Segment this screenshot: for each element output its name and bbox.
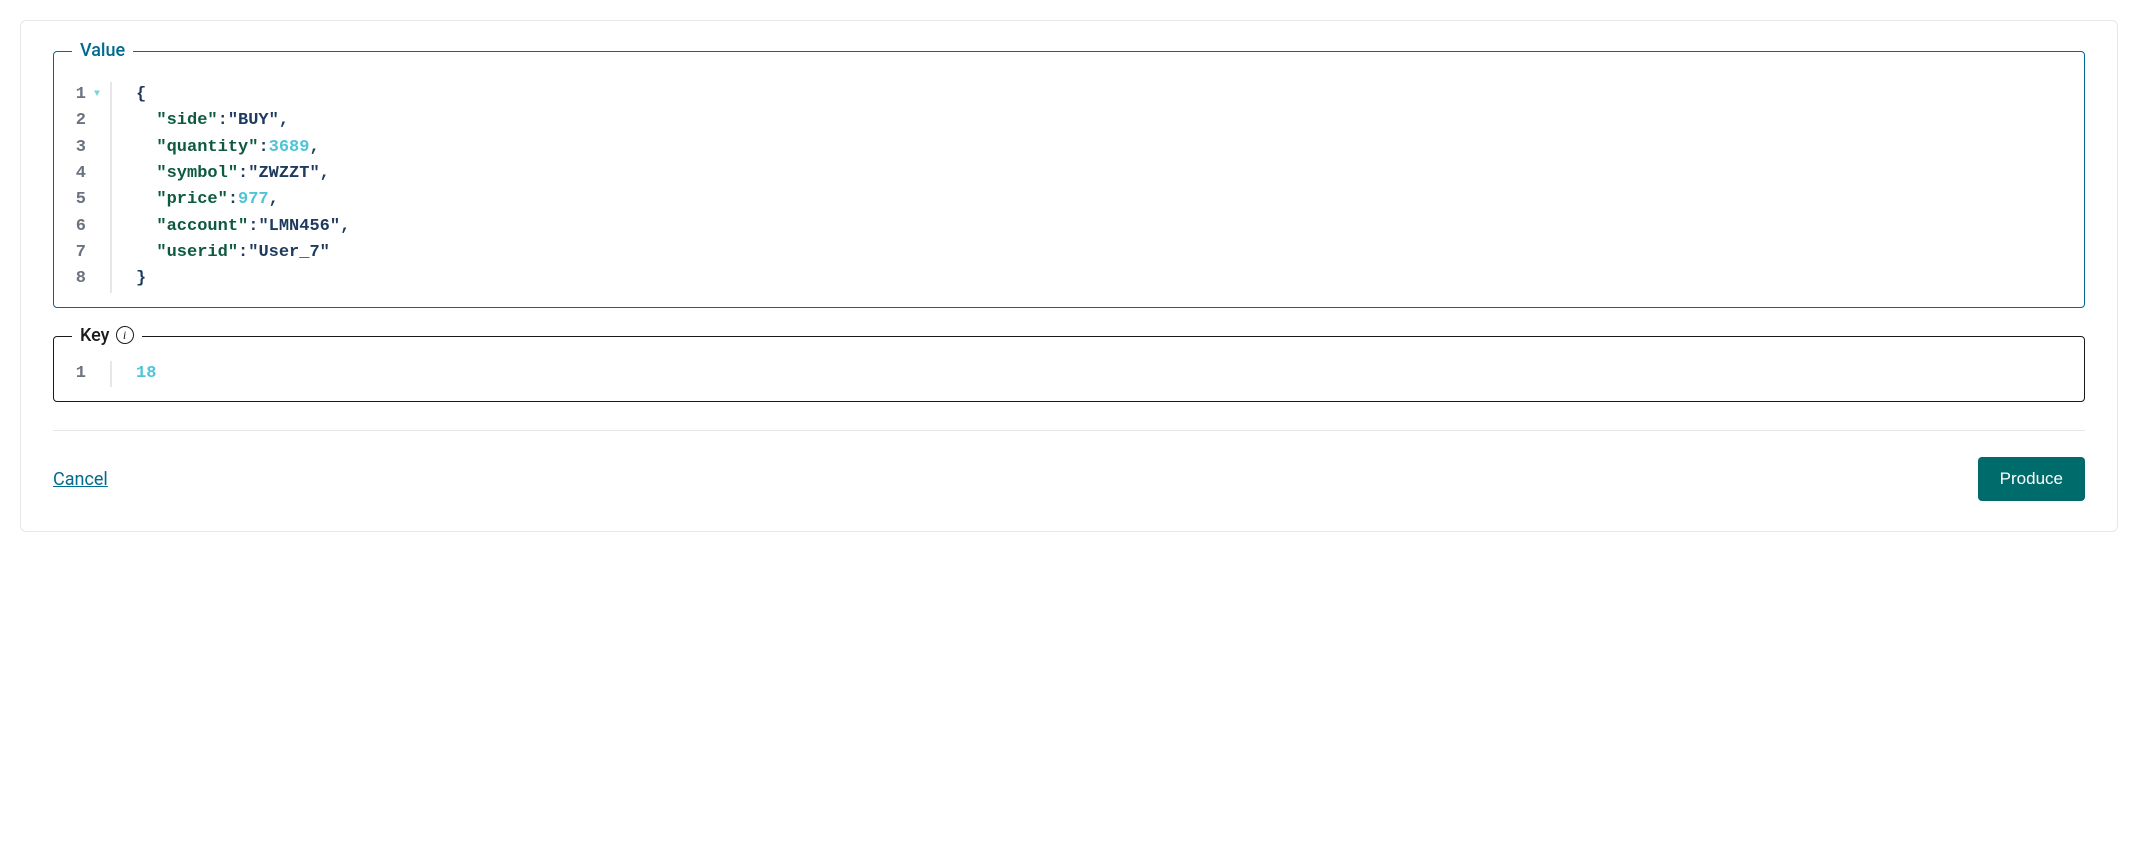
value-label: Value xyxy=(72,40,133,61)
line-number: 1 xyxy=(76,361,86,387)
brace-open: { xyxy=(136,85,146,104)
json-value: 977 xyxy=(238,190,269,209)
produce-button[interactable]: Produce xyxy=(1978,457,2085,501)
key-code-content[interactable]: 18 xyxy=(136,361,2074,387)
line-number: 6 xyxy=(76,214,86,240)
line-number: 2 xyxy=(76,108,86,134)
json-value: BUY xyxy=(238,111,269,130)
gutter-divider xyxy=(110,82,112,293)
line-number: 7 xyxy=(76,240,86,266)
gutter-divider xyxy=(110,361,112,387)
json-key: symbol xyxy=(167,164,228,183)
line-number: 4 xyxy=(76,161,86,187)
value-gutter: 1▼ 2 3 4 5 6 7 8 xyxy=(70,82,110,293)
json-key: price xyxy=(167,190,218,209)
json-key: side xyxy=(167,111,208,130)
value-fieldset: Value 1▼ 2 3 4 5 6 7 8 { "side":"BUY", "… xyxy=(53,51,2085,308)
line-number: 8 xyxy=(76,266,86,292)
value-editor[interactable]: 1▼ 2 3 4 5 6 7 8 { "side":"BUY", "quanti… xyxy=(54,52,2084,307)
line-number: 1 xyxy=(76,82,86,108)
json-key: account xyxy=(167,217,238,236)
key-gutter: 1 xyxy=(70,361,110,387)
line-number: 3 xyxy=(76,135,86,161)
key-label-text: Key xyxy=(80,325,110,346)
json-value: 3689 xyxy=(269,138,310,157)
key-label: Key i xyxy=(72,325,142,346)
value-label-text: Value xyxy=(80,40,125,61)
value-code-content[interactable]: { "side":"BUY", "quantity":3689, "symbol… xyxy=(136,82,2074,293)
cancel-link[interactable]: Cancel xyxy=(53,469,108,490)
brace-close: } xyxy=(136,269,146,288)
fold-arrow-icon[interactable]: ▼ xyxy=(90,87,100,103)
json-value: User_7 xyxy=(258,243,319,262)
json-key: userid xyxy=(167,243,228,262)
json-value: LMN456 xyxy=(269,217,330,236)
key-fieldset: Key i 1 18 xyxy=(53,336,2085,402)
key-value: 18 xyxy=(136,364,156,383)
line-number: 5 xyxy=(76,187,86,213)
json-key: quantity xyxy=(167,138,249,157)
json-value: ZWZZT xyxy=(258,164,309,183)
info-icon[interactable]: i xyxy=(116,326,134,344)
key-editor[interactable]: 1 18 xyxy=(54,337,2084,401)
produce-message-panel: Value 1▼ 2 3 4 5 6 7 8 { "side":"BUY", "… xyxy=(20,20,2118,532)
footer-actions: Cancel Produce xyxy=(53,430,2085,501)
